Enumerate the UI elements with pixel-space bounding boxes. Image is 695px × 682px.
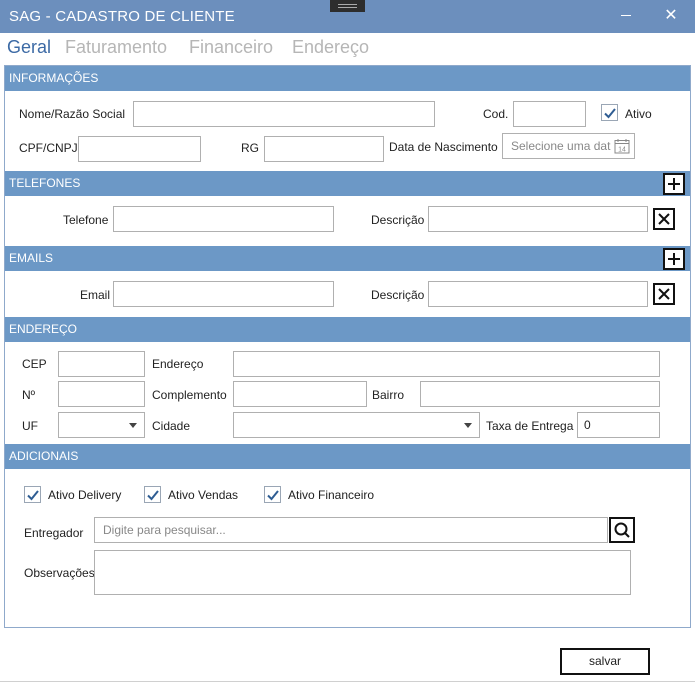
ativo-vendas-checkbox[interactable] — [144, 486, 161, 503]
close-icon — [658, 213, 670, 225]
email-descricao-input[interactable] — [428, 281, 648, 307]
add-telefone-button[interactable] — [663, 173, 685, 195]
nascimento-placeholder: Selecione uma dat — [511, 139, 611, 153]
observacoes-label: Observações — [24, 566, 95, 580]
rg-input[interactable] — [264, 136, 384, 162]
telefone-descricao-input[interactable] — [428, 206, 648, 232]
entregador-label: Entregador — [24, 526, 84, 540]
checkmark-icon — [604, 108, 616, 119]
ativo-checkbox[interactable] — [601, 104, 618, 121]
observacoes-textarea[interactable] — [94, 550, 631, 595]
uf-label: UF — [22, 419, 38, 433]
ativo-delivery-checkbox[interactable] — [24, 486, 41, 503]
numero-label: Nº — [22, 388, 36, 402]
section-header-telefones: TELEFONES — [5, 171, 690, 196]
plus-icon — [668, 253, 680, 265]
drag-handle-icon[interactable] — [330, 0, 365, 12]
checkmark-icon — [267, 490, 279, 501]
ativo-financeiro-label: Ativo Financeiro — [288, 488, 375, 502]
tab-endereco[interactable]: Endereço — [292, 37, 369, 58]
nome-label: Nome/Razão Social — [19, 107, 126, 121]
email-input[interactable] — [113, 281, 334, 307]
close-icon — [658, 288, 670, 300]
telefone-descricao-label: Descrição — [371, 213, 425, 227]
section-header-adicionais: ADICIONAIS — [5, 444, 690, 469]
checkmark-icon — [147, 490, 159, 501]
numero-input[interactable] — [58, 381, 145, 407]
remove-telefone-button[interactable] — [653, 208, 675, 230]
bairro-input[interactable] — [420, 381, 660, 407]
section-header-endereco: ENDEREÇO — [5, 317, 690, 342]
email-label: Email — [80, 288, 111, 302]
window-titlebar[interactable]: SAG - CADASTRO DE CLIENTE ✕ — [0, 0, 695, 33]
calendar-icon[interactable]: 14 — [614, 138, 630, 154]
telefone-label: Telefone — [63, 213, 109, 227]
nome-input[interactable] — [133, 101, 435, 127]
chevron-down-icon — [129, 423, 137, 428]
complemento-label: Complemento — [152, 388, 227, 402]
cep-label: CEP — [22, 357, 47, 371]
minimize-icon — [621, 15, 631, 17]
cpf-input[interactable] — [78, 136, 201, 162]
remove-email-button[interactable] — [653, 283, 675, 305]
ativo-label: Ativo — [625, 107, 652, 121]
bairro-label: Bairro — [372, 388, 405, 402]
close-button[interactable]: ✕ — [659, 5, 683, 27]
telefone-input[interactable] — [113, 206, 334, 232]
tab-financeiro[interactable]: Financeiro — [189, 37, 273, 58]
endereco-label: Endereço — [152, 357, 204, 371]
tab-geral[interactable]: Geral — [7, 37, 51, 58]
uf-select[interactable] — [58, 412, 145, 438]
ativo-delivery-label: Ativo Delivery — [48, 488, 122, 502]
cidade-select[interactable] — [233, 412, 480, 438]
cidade-label: Cidade — [152, 419, 191, 433]
taxa-entrega-label: Taxa de Entrega — [486, 419, 574, 433]
chevron-down-icon — [464, 423, 472, 428]
endereco-input[interactable] — [233, 351, 660, 377]
window-title: SAG - CADASTRO DE CLIENTE — [9, 8, 235, 25]
svg-text:14: 14 — [618, 147, 626, 154]
ativo-financeiro-checkbox[interactable] — [264, 486, 281, 503]
checkmark-icon — [27, 490, 39, 501]
complemento-input[interactable] — [233, 381, 367, 407]
cod-label: Cod. — [483, 107, 509, 121]
search-icon — [614, 522, 630, 538]
entregador-search-button[interactable] — [609, 517, 635, 543]
cpf-label: CPF/CNPJ — [19, 141, 78, 155]
plus-icon — [668, 178, 680, 190]
nascimento-datepicker[interactable]: Selecione uma dat 14 — [502, 133, 635, 159]
nascimento-label: Data de Nascimento — [389, 140, 498, 154]
minimize-button[interactable] — [614, 5, 638, 27]
email-descricao-label: Descrição — [371, 288, 425, 302]
rg-label: RG — [241, 141, 259, 155]
add-email-button[interactable] — [663, 248, 685, 270]
section-header-emails: EMAILS — [5, 246, 690, 271]
cod-input[interactable] — [513, 101, 586, 127]
entregador-search-input[interactable]: Digite para pesquisar... — [94, 517, 608, 543]
save-button[interactable]: salvar — [560, 648, 650, 675]
cep-input[interactable] — [58, 351, 145, 377]
ativo-vendas-label: Ativo Vendas — [168, 488, 239, 502]
tab-faturamento[interactable]: Faturamento — [65, 37, 167, 58]
taxa-entrega-value: 0 — [584, 418, 591, 432]
section-header-informacoes: INFORMAÇÕES — [5, 66, 690, 91]
taxa-entrega-input[interactable]: 0 — [577, 412, 660, 438]
